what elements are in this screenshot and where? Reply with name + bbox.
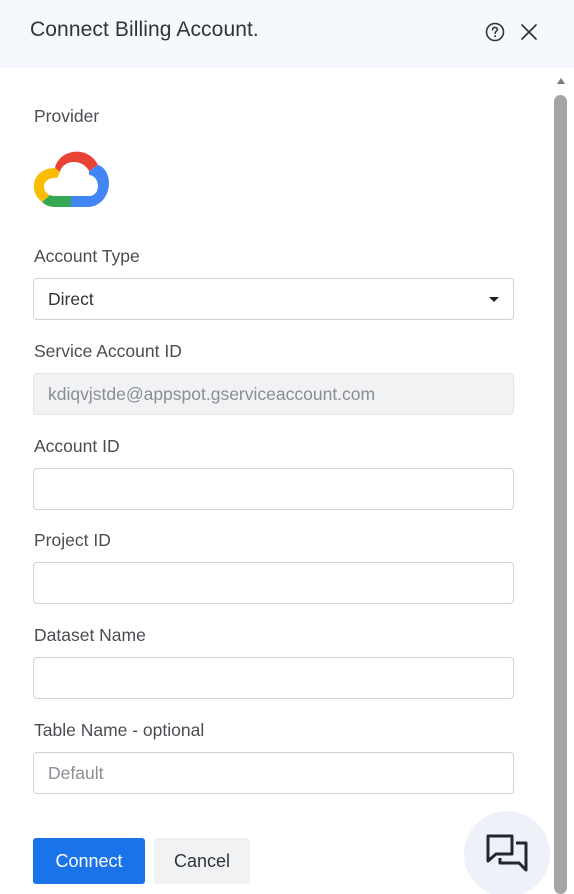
dataset-name-input[interactable] [48, 658, 499, 698]
account-id-field[interactable] [33, 468, 514, 510]
project-id-label: Project ID [34, 530, 111, 550]
account-type-select[interactable]: Direct [33, 278, 514, 320]
dialog-title: Connect Billing Account. [30, 18, 259, 41]
chat-button[interactable] [464, 811, 550, 894]
account-id-label: Account ID [34, 436, 120, 456]
account-type-label: Account Type [34, 246, 140, 266]
project-id-field[interactable] [33, 562, 514, 604]
cancel-button[interactable]: Cancel [154, 838, 250, 884]
close-icon[interactable] [518, 21, 540, 43]
service-account-label: Service Account ID [34, 341, 182, 361]
service-account-field: kdiqvjstde@appspot.gserviceaccount.com [33, 373, 514, 415]
account-type-value: Direct [48, 288, 94, 309]
scroll-up-arrow-icon[interactable] [556, 76, 566, 86]
scrollbar-thumb[interactable] [554, 95, 567, 894]
dataset-name-label: Dataset Name [34, 625, 146, 645]
connect-button[interactable]: Connect [33, 838, 145, 884]
project-id-input[interactable] [48, 563, 499, 603]
chat-bubbles-icon [486, 834, 528, 872]
dataset-name-field[interactable] [33, 657, 514, 699]
help-circle-icon[interactable] [484, 21, 506, 43]
chevron-down-icon [489, 297, 499, 302]
dialog-header: Connect Billing Account. [0, 0, 574, 68]
table-name-label: Table Name - optional [34, 720, 205, 740]
provider-label: Provider [34, 106, 100, 126]
account-id-input[interactable] [48, 469, 499, 509]
table-name-input[interactable] [48, 753, 499, 793]
service-account-value: kdiqvjstde@appspot.gserviceaccount.com [48, 383, 376, 404]
google-cloud-logo [33, 151, 109, 207]
table-name-field[interactable] [33, 752, 514, 794]
